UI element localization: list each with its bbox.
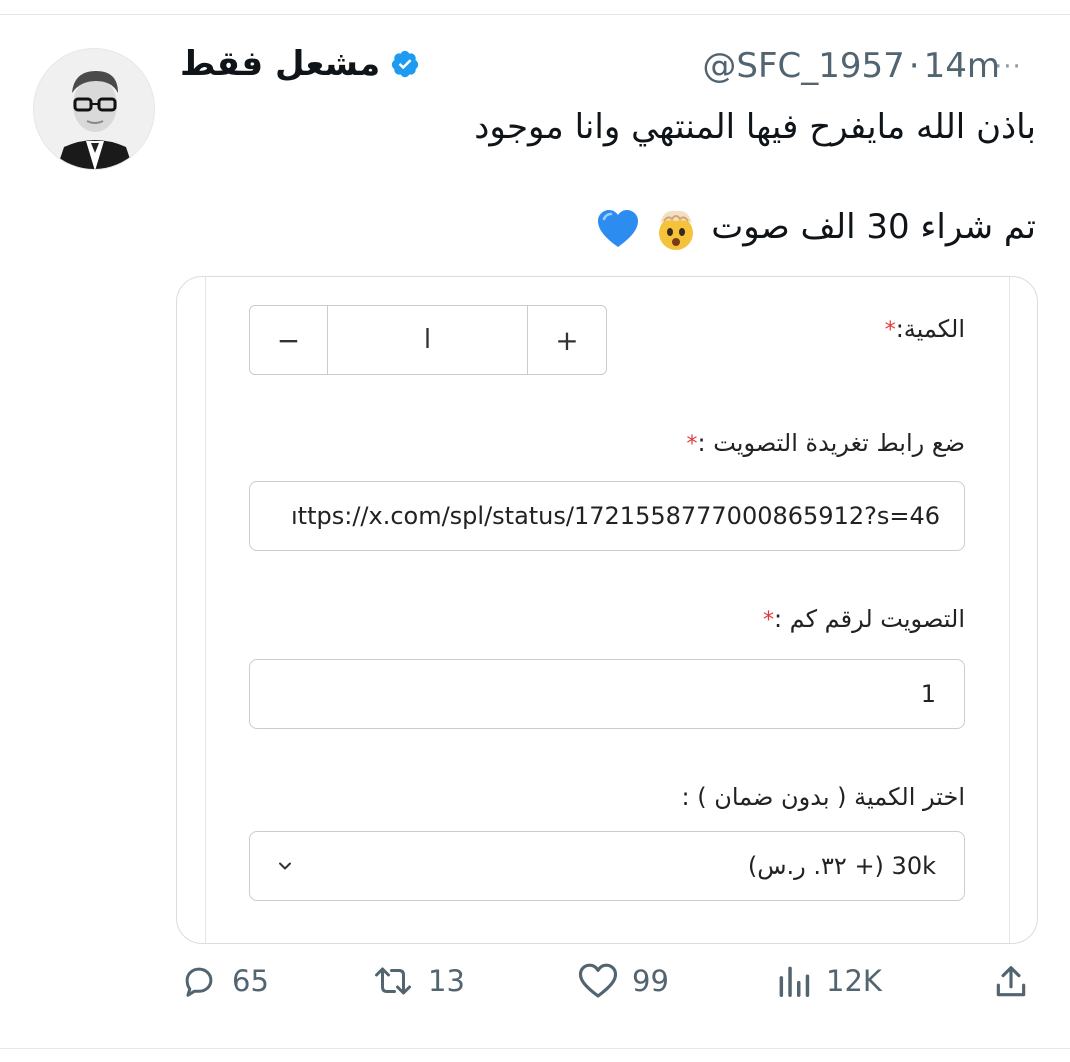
amount-select[interactable]: (٣٢. ر.س +) 30k: [249, 831, 965, 901]
like-button[interactable]: 99: [578, 962, 669, 1000]
avatar-photo: [34, 49, 154, 169]
view-count: 12K: [826, 964, 882, 998]
required-mark: *: [884, 318, 896, 343]
amount-select-value: (٣٢. ر.س +) 30k: [747, 852, 936, 880]
vote-number-value: 1: [920, 680, 936, 708]
tweet-link-input[interactable]: ıttps://x.com/spl/status/172155877700086…: [249, 481, 965, 551]
views-button[interactable]: 12K: [776, 962, 882, 1000]
increment-button[interactable]: +: [528, 306, 606, 374]
retweet-button[interactable]: 13: [372, 962, 465, 1000]
required-mark: *: [762, 608, 774, 633]
like-count: 99: [632, 964, 669, 998]
tweet-text-line-2: تم شراء 30 الف صوت: [594, 204, 1036, 251]
form-right-rail: [1009, 277, 1010, 943]
reply-button[interactable]: 65: [180, 962, 269, 1000]
tweet-link-label: ضع رابط تغريدة التصويت :*: [686, 429, 965, 457]
retweet-icon: [375, 967, 411, 995]
required-mark: *: [686, 432, 698, 457]
meta-separator: ·: [908, 46, 920, 86]
tweet-text-line-1: باذن الله مايفرح فيها المنتهي وانا موجود: [474, 107, 1036, 147]
author-name-group[interactable]: مشعل فقط: [180, 44, 430, 84]
quantity-label-text: الكمية:: [895, 315, 965, 343]
chevron-down-icon: [279, 862, 291, 870]
quantity-value[interactable]: ا: [328, 306, 528, 374]
blue-heart-emoji-icon: [597, 209, 638, 247]
bottom-divider: [0, 1048, 1070, 1049]
share-button[interactable]: [992, 962, 1044, 1002]
quantity-label: الكمية:*: [885, 315, 965, 343]
tweet-time[interactable]: 14m: [924, 46, 1000, 86]
vote-number-label: التصويت لرقم كم :*: [763, 605, 965, 633]
reply-icon: [185, 967, 213, 997]
top-divider: [0, 14, 1070, 15]
quantity-stepper[interactable]: − ا +: [249, 305, 607, 375]
tweet-link-value: ıttps://x.com/spl/status/172155877700086…: [291, 502, 940, 530]
author-meta: @SFC_1957 · 14m: [702, 46, 1000, 86]
reply-count: 65: [232, 964, 269, 998]
avatar[interactable]: [33, 48, 155, 170]
tweet-text-line-2-content: تم شراء 30 الف صوت: [711, 207, 1036, 247]
exploding-head-emoji-icon: [659, 210, 694, 250]
views-chart-icon: [779, 966, 810, 997]
tweet-link-label-text: ضع رابط تغريدة التصويت :: [697, 429, 965, 457]
vote-number-input[interactable]: 1: [249, 659, 965, 729]
author-display-name[interactable]: مشعل فقط: [180, 44, 380, 84]
decrement-button[interactable]: −: [250, 306, 328, 374]
vote-number-label-text: التصويت لرقم كم :: [773, 605, 965, 633]
verified-badge-icon: [392, 50, 419, 78]
form-left-rail: [205, 277, 206, 943]
media-attachment[interactable]: الكمية:* − ا + ضع رابط تغريدة التصويت :*…: [176, 276, 1038, 944]
share-icon: [996, 966, 1026, 997]
amount-label: اختر الكمية ( بدون ضمان ) :: [681, 783, 965, 811]
author-handle[interactable]: @SFC_1957: [702, 46, 904, 86]
tweet-action-bar: 65 13 99 12K: [0, 962, 1070, 1018]
order-form-screenshot: الكمية:* − ا + ضع رابط تغريدة التصويت :*…: [177, 277, 1037, 943]
heart-icon: [578, 963, 618, 998]
retweet-count: 13: [428, 964, 465, 998]
